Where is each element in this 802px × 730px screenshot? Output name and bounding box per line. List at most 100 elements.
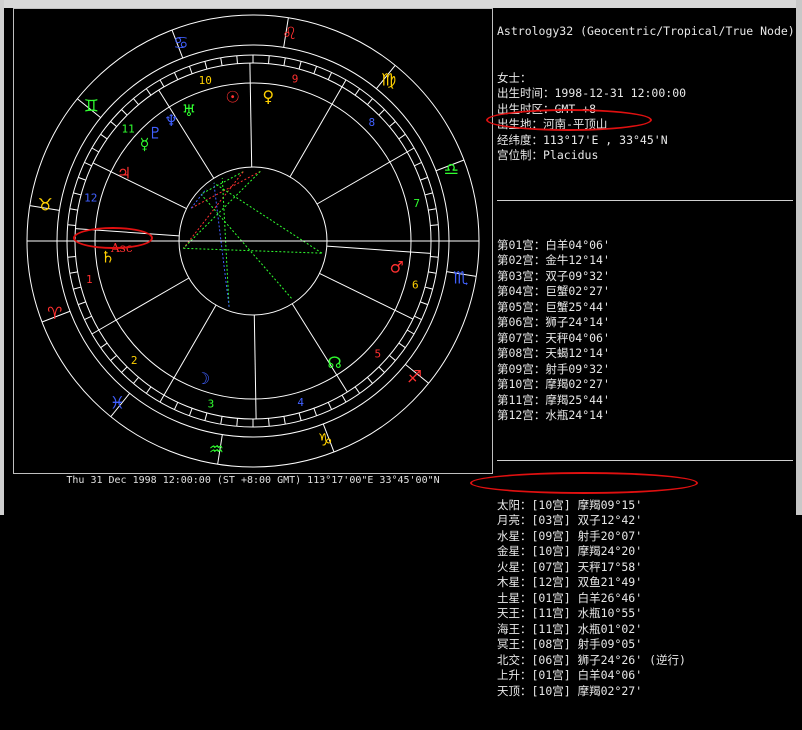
degree-tick	[133, 98, 139, 105]
divider	[497, 459, 793, 461]
house-number-8: 8	[368, 116, 375, 129]
degree-tick	[420, 176, 428, 181]
degree-tick	[354, 386, 361, 394]
planet-row: 太阳：[10宫] 摩羯09°15'	[497, 497, 643, 512]
degree-tick	[367, 98, 373, 105]
house-cusp-line	[92, 162, 187, 210]
degree-tick	[100, 133, 108, 140]
planet-moon-icon: ☽	[196, 369, 210, 388]
birth-info-line: 宫位制：Placidus	[497, 148, 599, 162]
degree-tick	[298, 412, 302, 421]
house-cusp-line	[249, 63, 253, 168]
aspect-line	[213, 182, 323, 254]
degree-tick	[283, 416, 286, 425]
highlight-ellipse-asc-label	[73, 227, 153, 249]
window-left-edge	[0, 0, 4, 515]
degree-tick	[84, 161, 92, 167]
degree-tick	[378, 366, 385, 373]
degree-tick	[69, 271, 78, 274]
house-cusp-line	[319, 272, 414, 320]
divider	[497, 199, 793, 201]
degree-tick	[389, 355, 396, 361]
birth-info-line: 经纬度：113°17'E , 33°45'N	[497, 132, 668, 147]
house-cusp-row: 第10宫：摩羯02°27'	[497, 377, 610, 391]
degree-tick	[91, 147, 100, 153]
degree-tick	[145, 88, 152, 96]
planet-position-list: 太阳：[10宫] 摩羯09°15' 月亮：[03宫] 双子12°42' 水星：[09…	[497, 498, 797, 700]
degree-tick	[100, 342, 108, 349]
planet-row: 木星：[12宫] 双鱼21°49'	[497, 575, 643, 589]
house-cusp-line	[326, 245, 431, 254]
house-number-6: 6	[412, 278, 419, 291]
degree-tick	[414, 315, 422, 321]
house-number-12: 12	[84, 192, 97, 205]
chart-footer-datetime: Thu 31 Dec 1998 12:00:00 (ST +8:00 GMT) …	[66, 475, 440, 486]
degree-tick	[327, 72, 333, 80]
planet-mars-icon: ♂	[390, 257, 404, 276]
degree-tick	[283, 57, 286, 66]
planet-pluto-icon: ♇	[148, 124, 162, 143]
degree-tick	[69, 208, 78, 211]
degree-tick	[398, 133, 406, 140]
degree-tick	[420, 301, 428, 306]
degree-tick	[73, 192, 82, 196]
degree-tick	[220, 57, 223, 66]
aspect-line	[213, 182, 230, 307]
degree-tick	[406, 329, 415, 335]
house-number-3: 3	[208, 398, 215, 411]
degree-tick	[173, 72, 179, 80]
aspect-line	[200, 193, 293, 300]
zodiac-aquarius-icon: ♒	[209, 440, 224, 460]
planet-jupiter-icon: ♃	[117, 163, 131, 182]
degree-tick	[389, 121, 396, 127]
house-number-10: 10	[199, 74, 212, 87]
degree-tick	[414, 161, 422, 167]
degree-tick	[204, 412, 208, 421]
degree-tick	[173, 402, 179, 410]
degree-tick	[327, 402, 333, 410]
planet-row: 天王：[11宫] 水瓶10°55'	[497, 606, 643, 620]
zodiac-aries-icon: ♈	[47, 304, 62, 324]
house-cusp-row: 第11宫：摩羯25°44'	[497, 392, 610, 407]
degree-tick	[110, 355, 117, 361]
degree-tick	[428, 271, 437, 274]
planet-sun-icon: ☉	[226, 87, 240, 106]
house-cusp-line	[291, 303, 348, 393]
degree-tick	[430, 224, 439, 226]
zodiac-leo-icon: ♌	[282, 24, 297, 44]
planet-neptune-icon: ♆	[164, 111, 178, 130]
degree-tick	[188, 408, 193, 416]
house-cusp-row: 第03宫：双子09°32'	[497, 268, 610, 283]
house-cusp-line	[289, 86, 343, 178]
degree-tick	[236, 55, 238, 64]
planet-row: 天顶：[10宫] 摩羯02°27'	[497, 683, 643, 698]
degree-tick	[73, 286, 82, 290]
planet-venus-icon: ♀	[262, 87, 274, 106]
aspect-line	[221, 178, 230, 307]
degree-tick	[159, 79, 165, 88]
house-number-7: 7	[413, 197, 420, 210]
house-cusp-line	[316, 151, 408, 205]
zodiac-taurus-icon: ♉	[38, 195, 53, 215]
house-cusp-line	[98, 277, 190, 331]
house-cusp-row: 第09宫：射手09°32'	[497, 361, 610, 376]
house-number-9: 9	[292, 72, 299, 85]
house-cusp-line	[253, 314, 257, 419]
birth-info-line: 女士：	[497, 70, 532, 85]
degree-tick	[341, 394, 347, 403]
planet-row: 水星：[09宫] 射手20°07'	[497, 528, 643, 543]
degree-tick	[159, 394, 165, 403]
house-number-4: 4	[297, 396, 304, 409]
birth-info-line: 出生时间：1998-12-31 12:00:00	[497, 86, 687, 100]
degree-tick	[145, 386, 152, 394]
zodiac-libra-icon: ♎	[444, 160, 459, 180]
degree-tick	[236, 418, 238, 427]
degree-tick	[121, 366, 128, 373]
degree-tick	[298, 61, 302, 70]
degree-tick	[78, 176, 86, 181]
house-cusp-row: 第12宫：水瓶24°14'	[497, 408, 610, 422]
house-number-11: 11	[122, 123, 135, 136]
house-cusp-row: 第08宫：天蝎12°14'	[497, 346, 610, 360]
degree-tick	[424, 286, 433, 290]
degree-tick	[91, 329, 100, 335]
